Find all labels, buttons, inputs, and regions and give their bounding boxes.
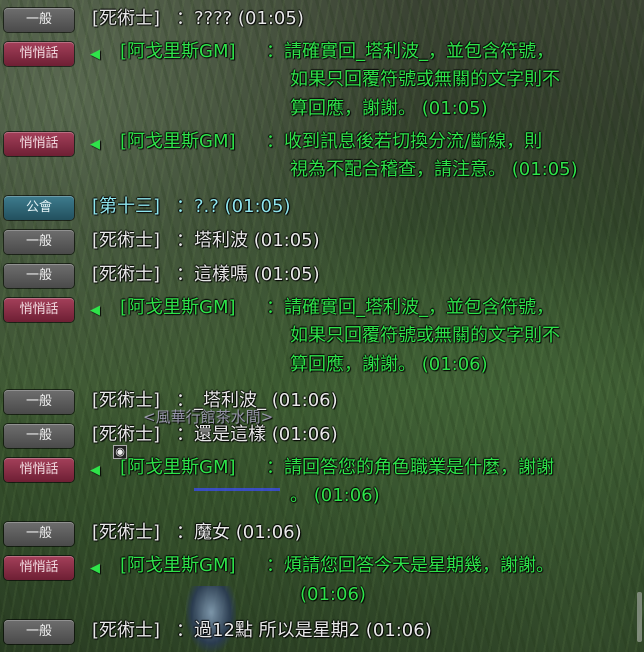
channel-badge-normal[interactable]: 一般 — [4, 620, 74, 644]
channel-badge-normal[interactable]: 一般 — [4, 230, 74, 254]
channel-badge-normal[interactable]: 一般 — [4, 264, 74, 288]
message-text-continued: 視為不配合稽查，請注意。 (01:05) — [290, 159, 578, 180]
whisper-arrow-icon: ◀ — [90, 47, 100, 62]
message-text: ：魔女 (01:06) — [176, 522, 302, 543]
message-sender[interactable]: [阿戈里斯GM] — [120, 455, 236, 481]
message-text: ：過12點 所以是星期2 (01:06) — [176, 620, 432, 641]
channel-badge-guild[interactable]: 公會 — [4, 196, 74, 220]
message-sender[interactable]: [死術士] — [92, 388, 160, 414]
whisper-arrow-icon: ◀ — [90, 303, 100, 318]
message-text: ：煩請您回答今天是星期幾，謝謝。 — [266, 555, 554, 576]
message-sender[interactable]: [阿戈里斯GM] — [120, 129, 236, 155]
channel-badge-whisper[interactable]: 悄悄話 — [4, 132, 74, 156]
message-text-continued: 如果只回覆符號或無關的文字則不 — [290, 69, 560, 90]
channel-badge-whisper[interactable]: 悄悄話 — [4, 556, 74, 580]
message-text-continued: 算回應，謝謝。 (01:05) — [290, 98, 488, 119]
channel-badge-whisper[interactable]: 悄悄話 — [4, 298, 74, 322]
whisper-arrow-icon: ◀ — [90, 463, 100, 478]
channel-badge-whisper[interactable]: 悄悄話 — [4, 458, 74, 482]
message-text: ：塔利波 (01:05) — [176, 230, 320, 251]
message-sender[interactable]: [死術士] — [92, 262, 160, 288]
message-text: ：?.? (01:05) — [176, 196, 291, 217]
channel-badge-normal[interactable]: 一般 — [4, 390, 74, 414]
message-text-continued: 如果只回覆符號或無關的文字則不 — [290, 325, 560, 346]
message-text: ：還是這樣 (01:06) — [176, 424, 338, 445]
message-text-continued: (01:06) — [300, 584, 366, 605]
message-text: ：收到訊息後若切換分流/斷線，則 — [266, 131, 543, 152]
message-text: ：請確實回_塔利波_，並包含符號， — [266, 41, 554, 62]
message-sender[interactable]: [死術士] — [92, 520, 160, 546]
message-text: ：???? (01:05) — [176, 8, 304, 29]
message-text: ：請確實回_塔利波_，並包含符號， — [266, 297, 554, 318]
message-sender[interactable]: [死術士] — [92, 228, 160, 254]
message-sender[interactable]: [阿戈里斯GM] — [120, 295, 236, 321]
message-text: ：這樣嗎 (01:05) — [176, 264, 320, 285]
message-sender[interactable]: [阿戈里斯GM] — [120, 39, 236, 65]
channel-badge-whisper[interactable]: 悄悄話 — [4, 42, 74, 66]
message-sender[interactable]: [死術士] — [92, 6, 160, 32]
channel-badge-normal[interactable]: 一般 — [4, 522, 74, 546]
message-sender[interactable]: [死術士] — [92, 422, 160, 448]
channel-badge-normal[interactable]: 一般 — [4, 8, 74, 32]
whisper-arrow-icon: ◀ — [90, 137, 100, 152]
message-sender[interactable]: [死術士] — [92, 618, 160, 644]
channel-badge-normal[interactable]: 一般 — [4, 424, 74, 448]
message-sender[interactable]: [第十三] — [92, 194, 160, 220]
message-sender[interactable]: [阿戈里斯GM] — [120, 553, 236, 579]
message-text-continued: 。 (01:06) — [290, 485, 380, 506]
chat-scrollbar[interactable] — [637, 592, 642, 642]
message-text: ：_塔利波_ (01:06) — [176, 390, 338, 411]
message-text: ：請回答您的角色職業是什麼，謝謝 — [266, 457, 554, 478]
message-text-continued: 算回應，謝謝。 (01:06) — [290, 354, 488, 375]
chat-log[interactable]: 一般 [死術士] ：???? (01:05) 悄悄話 ◀ [阿戈里斯GM] ：請… — [0, 0, 644, 652]
whisper-arrow-icon: ◀ — [90, 561, 100, 576]
